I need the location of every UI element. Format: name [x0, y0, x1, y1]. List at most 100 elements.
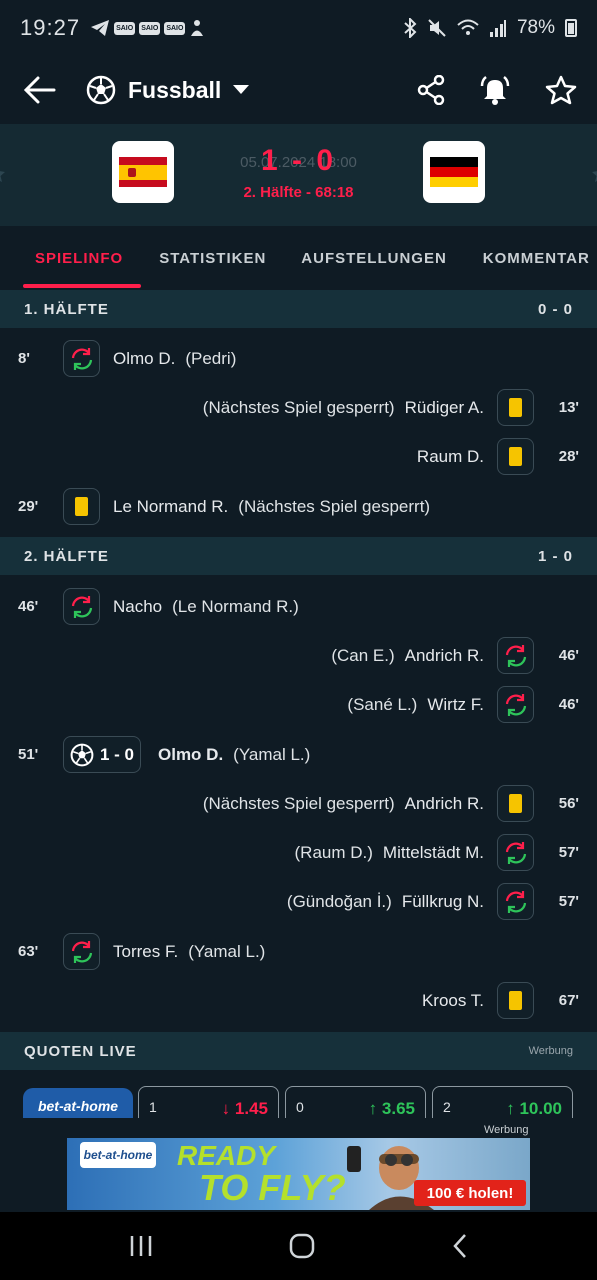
event-row[interactable]: 63' Torres F. (Yamal L.) — [0, 927, 597, 976]
player-name: Andrich R. — [404, 793, 484, 813]
arrow-left-icon — [24, 76, 56, 104]
odds-title: QUOTEN LIVE — [24, 1042, 137, 1060]
event-row[interactable]: 57' (Raum D.) Mittelstädt M. — [0, 828, 597, 877]
status-bar: 19:27 SAIO SAIO SAIO 78% — [0, 0, 597, 56]
event-detail: (Nächstes Spiel gesperrt) — [202, 793, 395, 813]
page-title: Fussball — [128, 76, 222, 103]
tab-bar: SPIELINFO STATISTIKEN AUFSTELLUNGEN KOMM… — [0, 226, 597, 290]
event-row-goal[interactable]: 51' 1 - 0 Olmo D. (Yamal L.) — [0, 730, 597, 779]
player-name: Füllkrug N. — [401, 891, 484, 911]
odd-draw[interactable]: 0 ↑ 3.65 — [285, 1086, 426, 1118]
event-minute: 56' — [558, 795, 579, 812]
ad-banner[interactable]: bet-at-home READY TO FLY? 100 € holen! — [67, 1138, 530, 1210]
event-row[interactable]: 46' (Can E.) Andrich R. — [0, 631, 597, 680]
player-name: Olmo D. — [158, 744, 224, 764]
event-row[interactable]: 67' Kroos T. — [0, 976, 597, 1025]
battery-percent: 78% — [516, 17, 555, 38]
event-minute: 29' — [18, 498, 39, 515]
event-minute: 63' — [18, 943, 39, 960]
notification-icons: SAIO SAIO SAIO — [90, 19, 205, 37]
bluetooth-icon — [404, 18, 417, 38]
bookmaker-logo[interactable]: bet-at-home — [23, 1088, 133, 1118]
event-row[interactable]: 57' (Gündoğan İ.) Füllkrug N. — [0, 877, 597, 926]
banner-headline-2: TO FLY? — [199, 1167, 346, 1208]
away-team-flag[interactable] — [423, 141, 485, 203]
soccer-ball-icon — [86, 75, 116, 105]
odds-row: bet-at-home 1 ↓ 1.45 0 ↑ 3.65 2 ↑ 10.00 — [0, 1086, 597, 1118]
match-status: 2. Hälfte - 68:18 — [243, 184, 354, 201]
section-header-first-half: 1. HÄLFTE 0 - 0 — [0, 290, 597, 328]
player-name: Olmo D. — [113, 348, 176, 368]
arrow-up-icon: ↑ — [506, 1099, 520, 1118]
banner-headline-1: READY — [177, 1140, 276, 1171]
substitution-icon — [63, 933, 100, 970]
event-detail: (Raum D.) — [294, 842, 373, 862]
event-row[interactable]: 8' Olmo D. (Pedri) — [0, 334, 597, 383]
event-row[interactable]: 56' (Nächstes Spiel gesperrt) Andrich R. — [0, 779, 597, 828]
event-detail: (Nächstes Spiel gesperrt) — [202, 397, 395, 417]
event-minute: 28' — [558, 448, 579, 465]
substitution-icon — [497, 686, 534, 723]
event-minute: 67' — [558, 992, 579, 1009]
event-row[interactable]: 29' Le Normand R. (Nächstes Spiel gesperr… — [0, 482, 597, 531]
appbar-actions — [417, 74, 577, 106]
star-icon[interactable] — [545, 75, 577, 105]
ad-label: Werbung — [528, 1045, 573, 1057]
odd-key: 2 — [443, 1099, 451, 1115]
event-detail: (Yamal L.) — [233, 744, 311, 764]
ad-label: Werbung — [484, 1124, 529, 1136]
tab-spielinfo[interactable]: SPIELINFO — [22, 226, 142, 290]
event-minute: 57' — [558, 844, 579, 861]
mute-icon — [428, 19, 446, 37]
recent-apps-icon[interactable] — [128, 1234, 154, 1258]
odd-value: ↑ 3.65 — [368, 1099, 415, 1118]
tab-aufstellungen[interactable]: AUFSTELLUNGEN — [301, 226, 447, 290]
back-button[interactable] — [20, 70, 60, 110]
app-badge-icon: SAIO — [139, 21, 161, 35]
accessibility-icon — [191, 20, 204, 36]
tab-statistiken[interactable]: STATISTIKEN — [159, 226, 266, 290]
battery-icon — [565, 19, 577, 37]
signal-icon — [489, 20, 506, 37]
odd-away[interactable]: 2 ↑ 10.00 — [432, 1086, 573, 1118]
player-name: Nacho — [113, 596, 163, 616]
sport-selector[interactable]: Fussball — [86, 75, 250, 105]
tab-kommentar[interactable]: KOMMENTAR — [483, 226, 590, 290]
event-row[interactable]: 28' Raum D. — [0, 432, 597, 481]
player-name: Rüdiger A. — [404, 397, 484, 417]
system-nav-bar — [0, 1212, 597, 1280]
player-name: Mittelstädt M. — [382, 842, 484, 862]
player-name: Wirtz F. — [427, 694, 484, 714]
back-nav-icon[interactable] — [451, 1233, 469, 1259]
substitution-icon — [497, 834, 534, 871]
yellow-card-icon — [63, 488, 100, 525]
event-row[interactable]: 46' (Sané L.) Wirtz F. — [0, 680, 597, 729]
event-row[interactable]: 46' Nacho (Le Normand R.) — [0, 582, 597, 631]
banner-logo: bet-at-home — [80, 1142, 156, 1168]
banner-cta-button[interactable]: 100 € holen! — [414, 1180, 526, 1206]
app-bar: Fussball — [0, 56, 597, 124]
home-icon[interactable] — [289, 1233, 315, 1259]
odd-key: 1 — [149, 1099, 157, 1115]
event-minute: 8' — [18, 350, 30, 367]
substitution-icon — [63, 588, 100, 625]
soccer-ball-icon — [70, 743, 94, 766]
chevron-down-icon — [233, 85, 250, 94]
goal-score: 1 - 0 — [100, 744, 135, 764]
section-title: 2. HÄLFTE — [24, 547, 109, 565]
event-detail: (Gündoğan İ.) — [286, 891, 392, 911]
odd-value: ↓ 1.45 — [221, 1099, 268, 1118]
substitution-icon — [497, 637, 534, 674]
section-score: 0 - 0 — [537, 300, 573, 318]
event-minute: 13' — [558, 399, 579, 416]
event-row[interactable]: 13' (Nächstes Spiel gesperrt) Rüdiger A. — [0, 383, 597, 432]
player-name: Torres F. — [113, 941, 179, 961]
odd-home[interactable]: 1 ↓ 1.45 — [138, 1086, 279, 1118]
event-detail: (Pedri) — [185, 348, 237, 368]
telegram-icon — [91, 20, 110, 36]
bell-icon[interactable] — [479, 74, 511, 106]
app-badge-icon: SAIO — [114, 21, 136, 35]
arrow-up-icon: ↑ — [368, 1099, 382, 1118]
event-minute: 57' — [558, 893, 579, 910]
share-icon[interactable] — [417, 75, 445, 105]
